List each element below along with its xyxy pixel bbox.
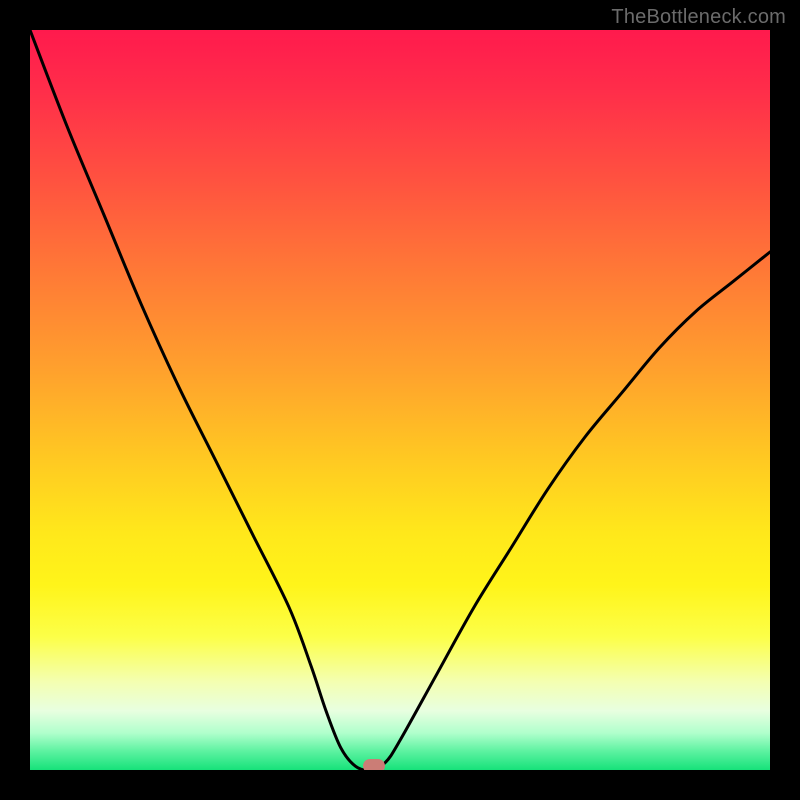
watermark-text: TheBottleneck.com bbox=[611, 6, 786, 29]
curve-path bbox=[30, 30, 770, 770]
optimal-point-marker bbox=[363, 759, 385, 770]
plot-area bbox=[30, 30, 770, 770]
chart-frame: TheBottleneck.com bbox=[0, 0, 800, 800]
bottleneck-curve bbox=[30, 30, 770, 770]
